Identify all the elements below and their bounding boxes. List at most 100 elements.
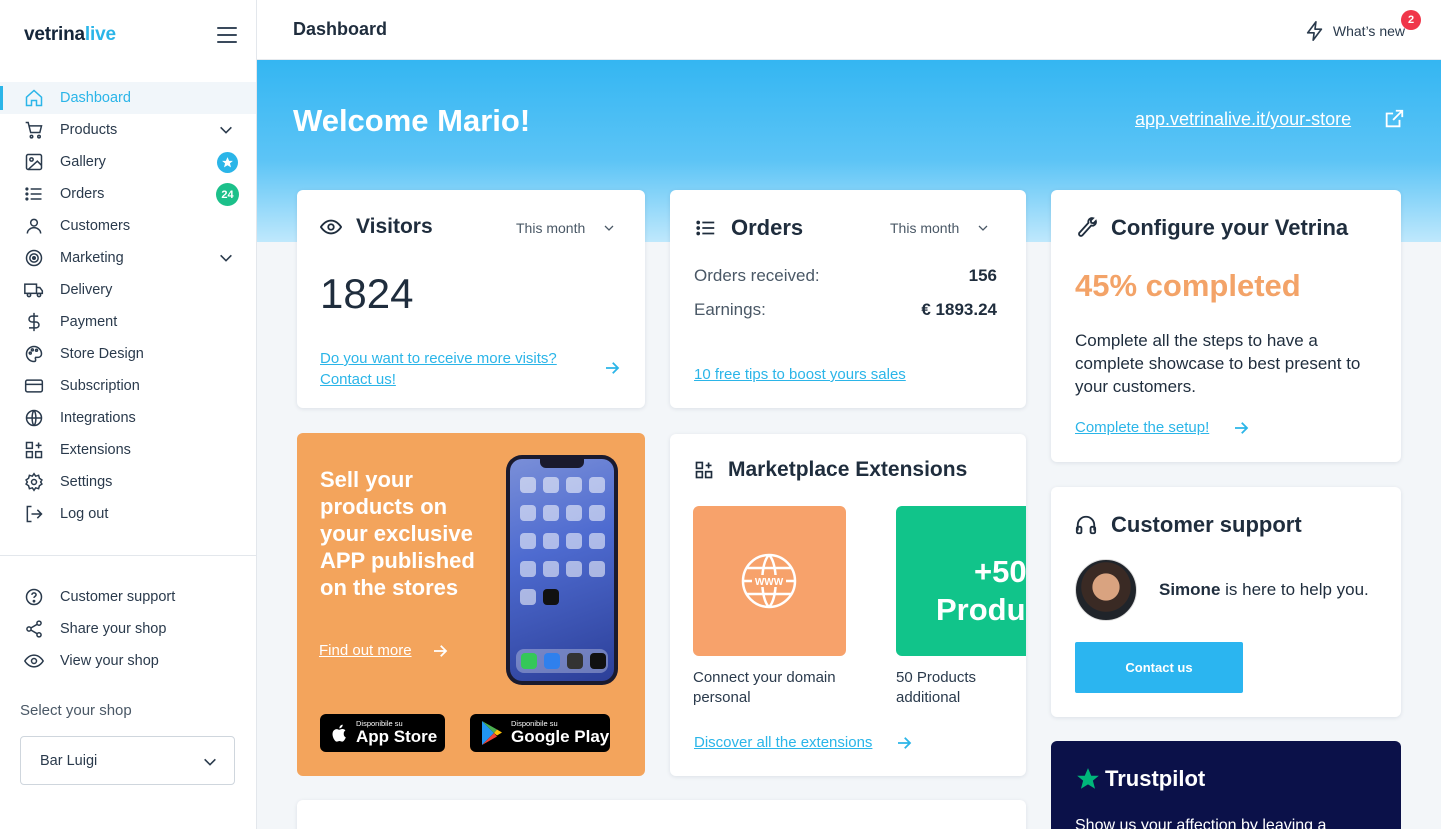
- visitors-card: Visitors This month 1824 Do you want to …: [297, 190, 645, 408]
- sidebar-item-customer-support[interactable]: Customer support: [0, 581, 256, 613]
- sidebar-item-settings[interactable]: Settings: [0, 466, 256, 498]
- welcome-heading: Welcome Mario!: [293, 103, 531, 138]
- sidebar-item-products[interactable]: Products: [0, 114, 256, 146]
- sidebar-item-payment[interactable]: Payment: [0, 306, 256, 338]
- grid-plus-icon: [23, 439, 45, 461]
- sidebar-item-gallery[interactable]: Gallery: [0, 146, 256, 178]
- phone-mockup-image: [506, 455, 618, 685]
- whats-new-button[interactable]: What’s new 2: [1304, 10, 1421, 42]
- arrow-right-icon[interactable]: [431, 642, 449, 660]
- list-icon: [23, 183, 45, 205]
- chevron-down-icon[interactable]: [218, 250, 234, 266]
- orders-period-value: This month: [890, 220, 960, 236]
- sidebar-divider: [0, 555, 256, 556]
- truck-icon: [23, 279, 45, 301]
- sidebar-item-label: Products: [60, 122, 118, 138]
- orders-received-label: Orders received:: [694, 266, 820, 285]
- sidebar-item-label: Share your shop: [60, 621, 167, 637]
- eye-icon: [320, 216, 342, 238]
- sidebar-item-label: Customers: [60, 218, 131, 234]
- sidebar-item-label: Marketing: [60, 250, 124, 266]
- find-out-more-link[interactable]: Find out more: [319, 642, 412, 659]
- sidebar-item-dashboard[interactable]: Dashboard: [0, 82, 256, 114]
- earnings-label: Earnings:: [694, 300, 766, 319]
- app-store-button[interactable]: Disponibile su App Store: [320, 714, 445, 752]
- marketplace-card: Marketplace Extensions WWW +50 Produ Con…: [670, 434, 1026, 776]
- contact-us-button[interactable]: Contact us: [1075, 642, 1243, 693]
- select-shop-label: Select your shop: [20, 702, 132, 719]
- trustpilot-text: Show us your affection by leaving a: [1075, 817, 1327, 829]
- orders-period-select[interactable]: This month: [890, 220, 989, 236]
- sidebar-item-extensions[interactable]: Extensions: [0, 434, 256, 466]
- products-extension-tile[interactable]: +50 Produ: [896, 506, 1026, 656]
- sidebar-item-label: Gallery: [60, 154, 106, 170]
- sidebar-item-integrations[interactable]: Integrations: [0, 402, 256, 434]
- trustpilot-logo[interactable]: Trustpilot: [1075, 766, 1205, 792]
- chevron-down-icon[interactable]: [218, 122, 234, 138]
- chevron-down-icon: [204, 758, 216, 766]
- bolt-icon: [1306, 21, 1323, 41]
- shop-select[interactable]: Bar Luigi: [20, 736, 235, 785]
- sidebar-item-store-design[interactable]: Store Design: [0, 338, 256, 370]
- arrow-right-icon[interactable]: [895, 734, 913, 752]
- sidebar: vetrinalive Dashboard Products Gallery O…: [0, 0, 257, 829]
- support-agent-name: Simone: [1159, 580, 1221, 599]
- sidebar-item-label: Store Design: [60, 346, 144, 362]
- support-title: Customer support: [1111, 512, 1302, 537]
- sidebar-item-label: Delivery: [60, 282, 113, 298]
- google-play-button[interactable]: Disponibile su Google Play: [470, 714, 610, 752]
- complete-setup-link[interactable]: Complete the setup!: [1075, 419, 1209, 436]
- more-visits-link[interactable]: Do you want to receive more visits? Cont…: [320, 348, 580, 390]
- products-extension-word: Produ: [936, 592, 1026, 627]
- orders-title: Orders: [731, 215, 804, 240]
- domain-extension-caption: Connect your domain personal: [693, 669, 836, 706]
- discover-extensions-link[interactable]: Discover all the extensions: [694, 734, 872, 751]
- star-icon: [1077, 768, 1099, 789]
- configure-progress: 45% completed: [1075, 268, 1301, 303]
- trustpilot-brand: Trustpilot: [1105, 766, 1206, 791]
- arrow-right-icon[interactable]: [603, 359, 621, 377]
- store-url-link[interactable]: app.vetrinalive.it/your-store: [1135, 109, 1351, 130]
- configure-title: Configure your Vetrina: [1111, 215, 1349, 240]
- gear-icon: [23, 471, 45, 493]
- sidebar-item-marketing[interactable]: Marketing: [0, 242, 256, 274]
- sidebar-item-label: Orders: [60, 186, 105, 202]
- top-bar: Dashboard What’s new 2: [257, 0, 1441, 60]
- sidebar-item-view-shop[interactable]: View your shop: [0, 645, 256, 677]
- google-play-icon: [482, 721, 502, 745]
- visitors-title: Visitors: [356, 215, 433, 238]
- globe-icon: [23, 407, 45, 429]
- sidebar-item-label: Settings: [60, 474, 113, 490]
- home-icon: [23, 87, 45, 109]
- sidebar-item-customers[interactable]: Customers: [0, 210, 256, 242]
- configure-card: Configure your Vetrina 45% completed Com…: [1051, 190, 1401, 462]
- visitors-period-select[interactable]: This month: [516, 220, 615, 236]
- arrow-right-icon[interactable]: [1232, 419, 1250, 437]
- image-icon: [23, 151, 45, 173]
- domain-extension-tile[interactable]: WWW: [693, 506, 846, 656]
- sidebar-item-orders[interactable]: Orders 24: [0, 178, 256, 210]
- orders-received-row: Orders received: 156: [694, 266, 997, 286]
- help-icon: [23, 586, 45, 608]
- secondary-nav: Customer support Share your shop View yo…: [0, 581, 256, 677]
- hamburger-menu-icon[interactable]: [217, 27, 237, 43]
- brand-logo[interactable]: vetrinalive: [24, 24, 116, 46]
- boost-sales-link[interactable]: 10 free tips to boost yours sales: [694, 366, 906, 383]
- list-icon: [695, 217, 717, 239]
- earnings-value: € 1893.24: [921, 300, 997, 319]
- google-play-text: Google Play: [511, 727, 610, 746]
- configure-text: Complete all the steps to have a complet…: [1075, 331, 1361, 396]
- svg-text:WWW: WWW: [755, 577, 784, 588]
- page-title: Dashboard: [293, 19, 388, 39]
- sidebar-item-share-shop[interactable]: Share your shop: [0, 613, 256, 645]
- support-header: Customer support: [1075, 512, 1302, 538]
- shop-select-value: Bar Luigi: [40, 752, 98, 769]
- sidebar-item-subscription[interactable]: Subscription: [0, 370, 256, 402]
- orders-card: Orders This month Orders received: 156 E…: [670, 190, 1026, 408]
- external-link-icon[interactable]: [1383, 108, 1405, 130]
- logout-icon: [23, 503, 45, 525]
- brand-name-a: vetrina: [24, 24, 85, 45]
- sidebar-item-delivery[interactable]: Delivery: [0, 274, 256, 306]
- sidebar-item-logout[interactable]: Log out: [0, 498, 256, 530]
- app-promo-card: Sell your products on your exclusive APP…: [297, 433, 645, 776]
